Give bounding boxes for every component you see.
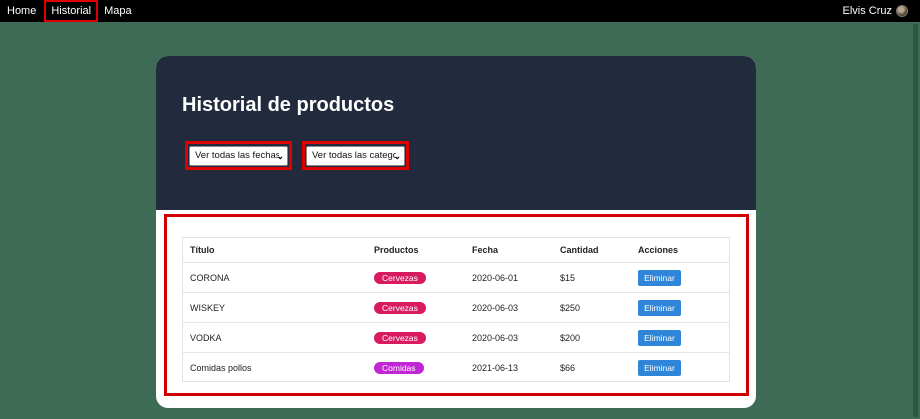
cell-title: VODKA xyxy=(183,333,374,343)
chevron-down-icon: ⌄ xyxy=(276,151,284,162)
table-row: Comidas pollos Comidas 2021-06-13 $66 El… xyxy=(183,352,729,382)
page-scrollbar[interactable] xyxy=(911,22,920,419)
cell-amount: $200 xyxy=(560,333,638,343)
date-filter-select[interactable]: Ver todas las fechas ⌄ xyxy=(189,146,288,166)
category-badge: Cervezas xyxy=(374,302,426,314)
cell-title: Comidas pollos xyxy=(183,363,374,373)
cell-amount: $66 xyxy=(560,363,638,373)
table-header-row: Título Productos Fecha Cantidad Acciones xyxy=(183,238,729,262)
nav-historial-link[interactable]: Historial xyxy=(44,0,98,22)
cell-title: CORONA xyxy=(183,273,374,283)
header-titulo: Título xyxy=(183,245,374,255)
nav-mapa-link[interactable]: Mapa xyxy=(98,0,138,22)
category-filter-select[interactable]: Ver todas las categorías ⌄ xyxy=(306,146,405,166)
user-menu[interactable]: Elvis Cruz xyxy=(842,5,908,17)
cell-date: 2020-06-01 xyxy=(472,273,560,283)
card-header: Historial de productos Ver todas las fec… xyxy=(156,56,756,210)
header-cantidad: Cantidad xyxy=(560,245,638,255)
products-table: Título Productos Fecha Cantidad Acciones… xyxy=(182,237,730,382)
cell-amount: $15 xyxy=(560,273,638,283)
cell-title: WISKEY xyxy=(183,303,374,313)
cell-amount: $250 xyxy=(560,303,638,313)
category-filter-highlight: Ver todas las categorías ⌄ xyxy=(302,141,409,170)
nav-home-link[interactable]: Home xyxy=(0,0,42,22)
cell-date: 2020-06-03 xyxy=(472,303,560,313)
header-fecha: Fecha xyxy=(472,245,560,255)
header-acciones: Acciones xyxy=(638,245,718,255)
chevron-down-icon: ⌄ xyxy=(393,151,401,162)
nav-links: Home Historial Mapa xyxy=(0,0,138,22)
delete-button[interactable]: Eliminar xyxy=(638,300,681,316)
avatar[interactable] xyxy=(896,5,908,17)
page-title: Historial de productos xyxy=(182,94,394,117)
delete-button[interactable]: Eliminar xyxy=(638,270,681,286)
delete-button[interactable]: Eliminar xyxy=(638,330,681,346)
user-name: Elvis Cruz xyxy=(842,5,892,17)
header-productos: Productos xyxy=(374,245,472,255)
cell-date: 2021-06-13 xyxy=(472,363,560,373)
table-row: VODKA Cervezas 2020-06-03 $200 Eliminar xyxy=(183,322,729,352)
category-badge: Comidas xyxy=(374,362,424,374)
table-row: CORONA Cervezas 2020-06-01 $15 Eliminar xyxy=(183,262,729,292)
category-filter-value: Ver todas las categorías xyxy=(312,150,396,161)
top-navbar: Home Historial Mapa Elvis Cruz xyxy=(0,0,920,22)
date-filter-value: Ver todas las fechas xyxy=(195,150,279,161)
history-card: Historial de productos Ver todas las fec… xyxy=(156,56,756,408)
cell-date: 2020-06-03 xyxy=(472,333,560,343)
scrollbar-thumb[interactable] xyxy=(913,24,918,417)
date-filter-highlight: Ver todas las fechas ⌄ xyxy=(185,141,292,170)
category-badge: Cervezas xyxy=(374,272,426,284)
category-badge: Cervezas xyxy=(374,332,426,344)
delete-button[interactable]: Eliminar xyxy=(638,360,681,376)
table-row: WISKEY Cervezas 2020-06-03 $250 Eliminar xyxy=(183,292,729,322)
